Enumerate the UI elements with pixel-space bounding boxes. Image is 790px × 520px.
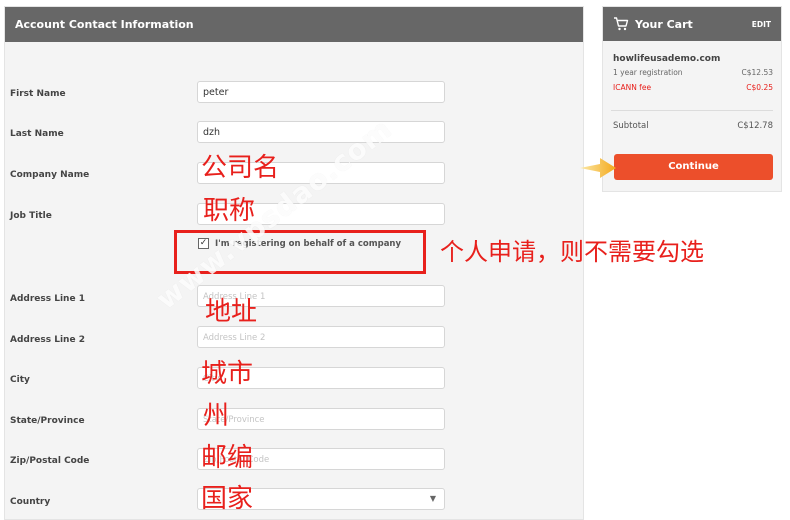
job-title-label: Job Title xyxy=(10,211,52,221)
city-label: City xyxy=(10,375,30,385)
cart-line-icann-fee: ICANN fee C$0.25 xyxy=(613,83,773,92)
cart-divider xyxy=(611,110,773,111)
cart-line-price: C$0.25 xyxy=(746,83,773,92)
cart-subtotal: Subtotal C$12.78 xyxy=(613,121,773,131)
first-name-field[interactable]: peter xyxy=(197,81,445,103)
cart-panel: Your Cart EDIT howlifeusademo.com 1 year… xyxy=(602,6,782,192)
first-name-label: First Name xyxy=(10,89,66,99)
form-header: Account Contact Information xyxy=(5,7,583,42)
arrow-right-icon xyxy=(580,158,616,178)
cart-edit-link[interactable]: EDIT xyxy=(752,20,771,29)
continue-button[interactable]: Continue xyxy=(614,154,773,180)
company-name-label: Company Name xyxy=(10,170,90,180)
page: Account Contact Information First Name p… xyxy=(0,0,790,520)
zip-postal-code-label: Zip/Postal Code xyxy=(10,456,90,466)
address-line-2-label: Address Line 2 xyxy=(10,335,85,345)
annotation-checkbox-note: 个人申请，则不需要勾选 xyxy=(440,238,704,266)
state-province-label: State/Province xyxy=(10,416,85,426)
address-line-1-label: Address Line 1 xyxy=(10,294,85,304)
cart-domain: howlifeusademo.com xyxy=(613,54,721,64)
annotation-address: 地址 xyxy=(205,297,258,327)
annotation-country: 国家 xyxy=(201,484,254,514)
shopping-cart-icon xyxy=(614,17,629,31)
annotation-state: 州 xyxy=(203,401,230,431)
cart-line-label: 1 year registration xyxy=(613,68,683,77)
address-line-2-field[interactable]: Address Line 2 xyxy=(197,326,445,348)
subtotal-value: C$12.78 xyxy=(737,121,773,131)
last-name-field[interactable]: dzh xyxy=(197,121,445,143)
annotation-company-name: 公司名 xyxy=(201,153,280,183)
country-label: Country xyxy=(10,497,51,507)
last-name-label: Last Name xyxy=(10,129,64,139)
annotation-city: 城市 xyxy=(201,359,254,389)
subtotal-label: Subtotal xyxy=(613,121,649,131)
cart-line-label: ICANN fee xyxy=(613,83,652,92)
cart-line-price: C$12.53 xyxy=(741,68,773,77)
annotation-zip: 邮编 xyxy=(201,443,254,473)
cart-line-registration: 1 year registration C$12.53 xyxy=(613,68,773,77)
cart-header: Your Cart EDIT xyxy=(603,7,781,41)
caret-down-icon: ▼ xyxy=(429,494,436,503)
state-province-field[interactable]: State/Province xyxy=(197,408,445,430)
cart-title: Your Cart xyxy=(635,17,693,31)
